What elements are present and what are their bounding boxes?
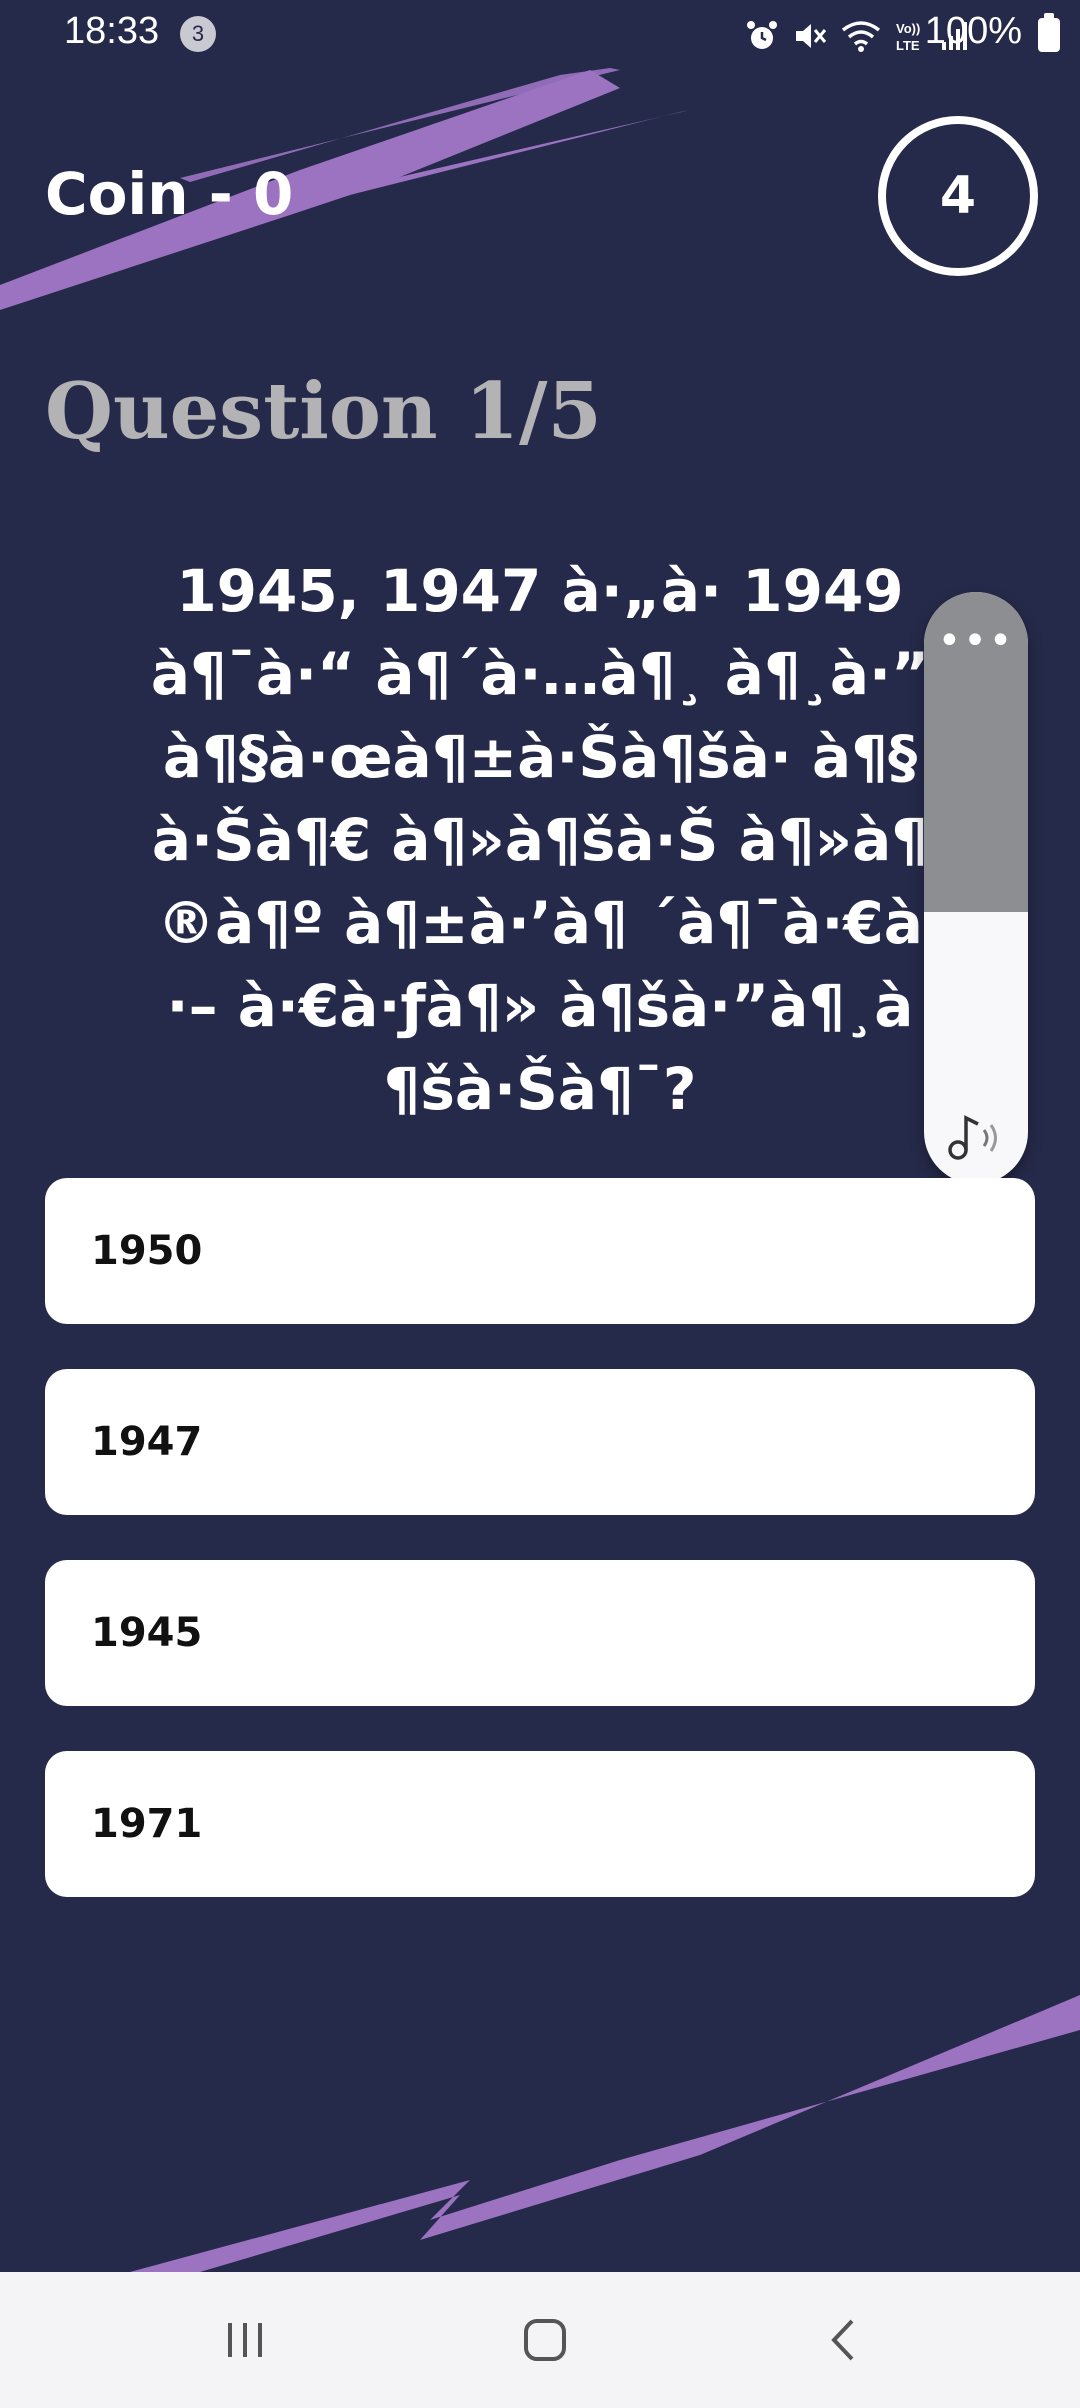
recents-icon — [228, 2323, 262, 2357]
answer-option-2[interactable]: 1947 — [45, 1369, 1035, 1515]
answer-option-3[interactable]: 1945 — [45, 1560, 1035, 1706]
question-text: 1945, 1947 à·„à· 1949 à¶¯à·“ à¶´à·…à¶¸ à… — [150, 557, 930, 1123]
answer-label: 1950 — [91, 1228, 203, 1274]
top-streak-3 — [300, 110, 690, 205]
home-button[interactable] — [500, 2302, 590, 2378]
answer-label: 1945 — [91, 1610, 203, 1656]
svg-text:LTE: LTE — [896, 38, 920, 53]
volume-slider[interactable]: ••• — [924, 592, 1028, 1184]
battery-icon — [1038, 13, 1060, 52]
status-bar: 18:33 3 Vo)) LTE 100% — [0, 0, 1080, 70]
battery-percent: 100% — [924, 10, 1022, 52]
back-button[interactable] — [800, 2302, 890, 2378]
bottom-streak-1 — [130, 1995, 1080, 2272]
home-icon — [524, 2319, 566, 2361]
notification-count-badge: 3 — [180, 16, 216, 52]
coin-counter: Coin - 0 — [45, 160, 294, 228]
wifi-icon — [841, 21, 881, 52]
music-note-icon[interactable] — [944, 1112, 1008, 1164]
system-nav-bar — [0, 2272, 1080, 2408]
status-time: 18:33 — [64, 10, 160, 52]
alarm-icon — [747, 21, 777, 49]
answer-option-4[interactable]: 1971 — [45, 1751, 1035, 1897]
more-options-icon[interactable]: ••• — [924, 618, 1028, 664]
recents-button[interactable] — [200, 2302, 290, 2378]
answer-label: 1947 — [91, 1419, 203, 1465]
answer-option-1[interactable]: 1950 — [45, 1178, 1035, 1324]
back-icon — [831, 2319, 854, 2361]
answer-label: 1971 — [91, 1801, 203, 1847]
volte-icon: Vo)) LTE — [896, 21, 920, 53]
svg-text:Vo)): Vo)) — [896, 21, 920, 36]
question-counter: Question 1/5 — [45, 366, 602, 457]
quiz-screen: 18:33 3 Vo)) LTE 100% Coin - 0 4 Questio… — [0, 0, 1080, 2408]
mute-icon — [796, 24, 827, 48]
countdown-timer: 4 — [878, 116, 1038, 276]
